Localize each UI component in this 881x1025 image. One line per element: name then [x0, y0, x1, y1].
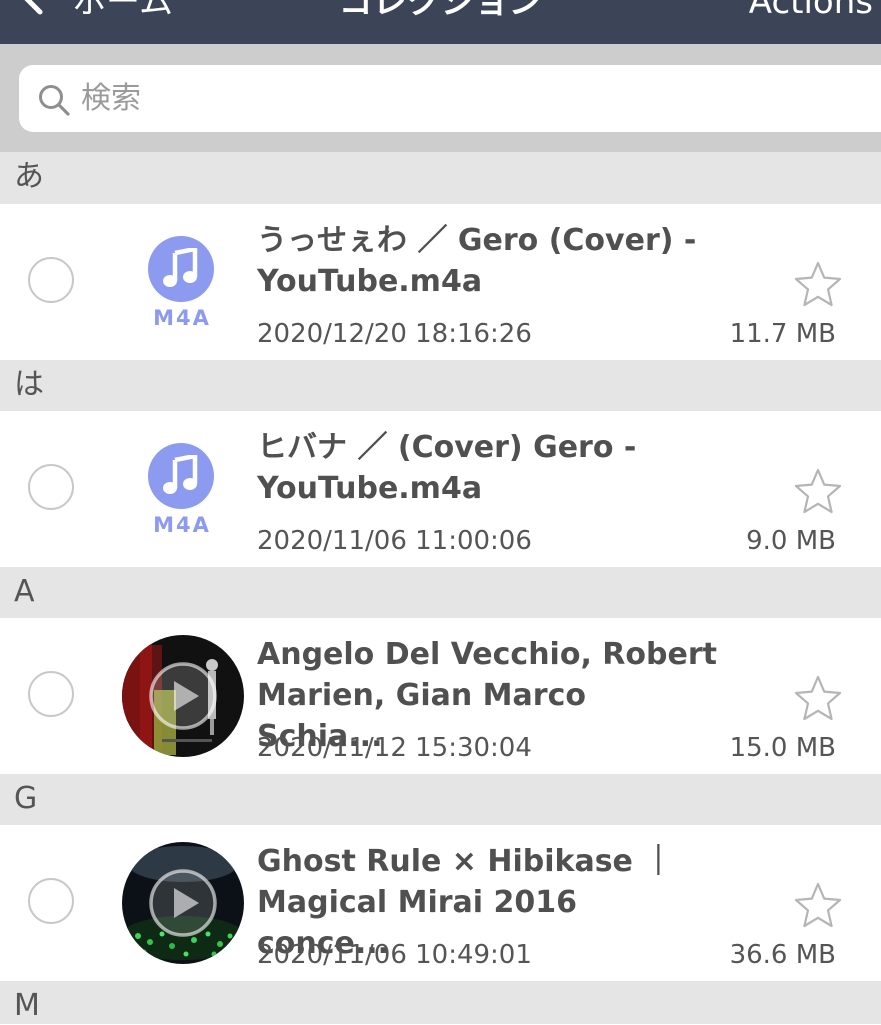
audio-file-thumbnail: M4A	[148, 443, 216, 541]
section-header-label: G	[14, 781, 38, 816]
file-size: 9.0 MB	[746, 526, 836, 556]
file-title: うっせぇわ ／ Gero (Cover) - YouTube.m4a	[257, 223, 697, 299]
play-icon	[149, 662, 217, 730]
file-title: ヒバナ ／ (Cover) Gero - YouTube.m4a	[257, 430, 637, 506]
search-icon	[39, 85, 70, 116]
file-date: 2020/12/20 18:16:26	[257, 319, 532, 349]
file-date: 2020/11/12 15:30:04	[257, 733, 532, 763]
section-header-label: あ	[14, 159, 44, 194]
video-thumbnail	[122, 842, 244, 964]
actions-button[interactable]: Actions	[749, 0, 873, 22]
list-item[interactable]: Angelo Del Vecchio, Robert Marien, Gian …	[0, 618, 881, 774]
section-header-label: A	[14, 574, 35, 609]
list-item[interactable]: M4A ヒバナ ／ (Cover) Gero - YouTube.m4a 202…	[0, 411, 881, 567]
navigation-bar: ホーム コレクション Actions	[0, 0, 881, 44]
section-header-label: は	[14, 367, 44, 402]
section-header: は	[0, 360, 881, 412]
select-circle-icon[interactable]	[28, 464, 74, 510]
section-header: A	[0, 567, 881, 619]
select-circle-icon[interactable]	[28, 671, 74, 717]
list-item[interactable]: Ghost Rule × Hibikase ｜ Magical Mirai 20…	[0, 825, 881, 981]
section-header-label: M	[14, 988, 40, 1023]
play-icon	[149, 869, 217, 937]
file-size: 36.6 MB	[729, 940, 836, 970]
music-note-icon	[163, 455, 198, 494]
select-circle-icon[interactable]	[28, 257, 74, 303]
section-header: G	[0, 774, 881, 826]
file-extension-label: M4A	[153, 513, 211, 537]
video-thumbnail	[122, 635, 244, 757]
section-header: M	[0, 981, 881, 1024]
music-note-icon	[163, 248, 198, 287]
file-size: 11.7 MB	[729, 319, 836, 349]
file-size: 15.0 MB	[729, 733, 836, 763]
file-extension-label: M4A	[153, 306, 211, 330]
search-placeholder: 検索	[81, 81, 141, 116]
star-icon[interactable]	[793, 260, 843, 308]
star-icon[interactable]	[793, 881, 843, 929]
section-header: あ	[0, 152, 881, 204]
star-icon[interactable]	[793, 674, 843, 722]
search-input[interactable]: 検索	[19, 65, 881, 132]
audio-file-thumbnail: M4A	[148, 236, 216, 334]
list-item[interactable]: M4A うっせぇわ ／ Gero (Cover) - YouTube.m4a 2…	[0, 204, 881, 360]
file-date: 2020/11/06 10:49:01	[257, 940, 532, 970]
star-icon[interactable]	[793, 467, 843, 515]
search-area: 検索	[0, 44, 881, 152]
select-circle-icon[interactable]	[28, 878, 74, 924]
file-date: 2020/11/06 11:00:06	[257, 526, 532, 556]
